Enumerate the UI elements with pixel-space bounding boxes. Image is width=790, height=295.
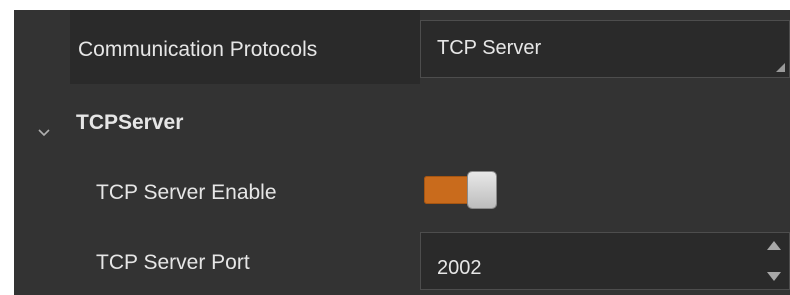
tcp-server-port-label: TCP Server Port (96, 251, 250, 274)
spin-up-icon[interactable] (767, 241, 781, 250)
tcp-server-enable-label: TCP Server Enable (96, 181, 277, 204)
tcp-server-port-value: 2002 (437, 257, 482, 279)
chevron-down-icon[interactable] (36, 125, 52, 141)
properties-panel: Communication Protocols TCP Server TCPSe… (14, 10, 790, 295)
resize-grip-icon (776, 63, 785, 72)
tcpserver-section-title[interactable]: TCPServer (76, 110, 183, 136)
communication-protocols-value: TCP Server (437, 37, 542, 59)
communication-protocols-label: Communication Protocols (78, 38, 318, 61)
tcp-server-port-input[interactable]: 2002 (420, 232, 790, 290)
communication-protocols-field[interactable]: TCP Server (420, 20, 790, 78)
tcp-server-enable-toggle[interactable] (424, 172, 496, 208)
toggle-knob (468, 172, 496, 208)
spin-down-icon[interactable] (767, 272, 781, 281)
